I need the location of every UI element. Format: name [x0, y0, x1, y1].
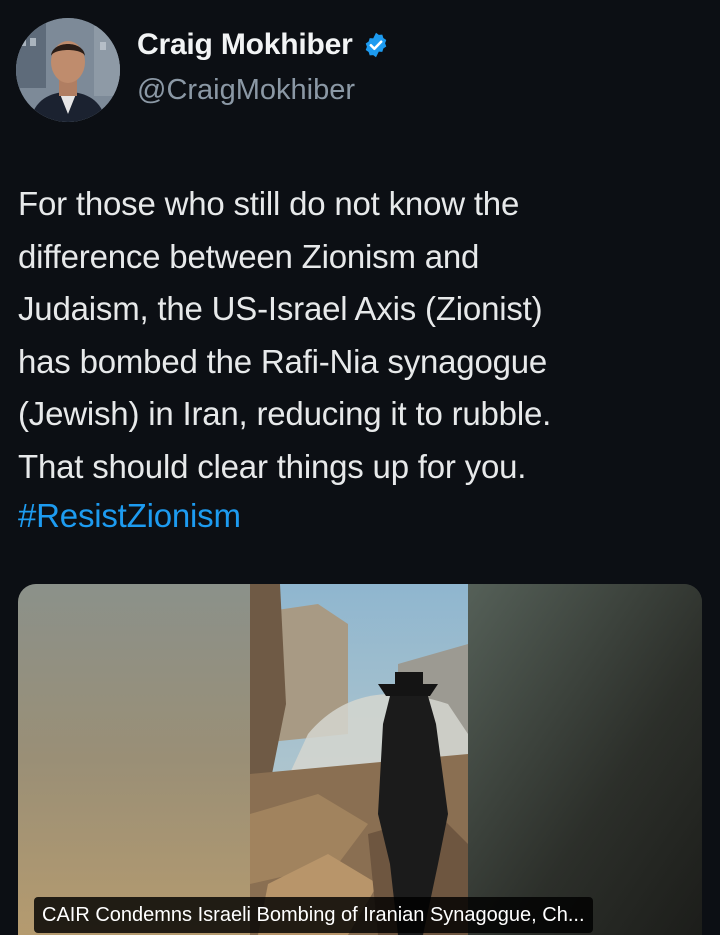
- author-display-name[interactable]: Craig Mokhiber: [137, 28, 353, 62]
- author-handle[interactable]: @CraigMokhiber: [137, 74, 355, 107]
- media-card[interactable]: [18, 584, 702, 935]
- author-name-row: Craig Mokhiber: [137, 28, 390, 62]
- synagogue-rubble-photo: [18, 584, 702, 935]
- tweet-card: Craig Mokhiber @CraigMokhiber For those …: [0, 0, 720, 935]
- avatar-photo: [16, 18, 120, 122]
- hashtag-link[interactable]: #ResistZionism: [18, 490, 241, 543]
- media-caption: CAIR Condemns Israeli Bombing of Iranian…: [34, 897, 593, 933]
- avatar[interactable]: [16, 18, 120, 122]
- tweet-text: For those who still do not know the diff…: [18, 185, 552, 485]
- verified-badge-icon: [365, 32, 386, 58]
